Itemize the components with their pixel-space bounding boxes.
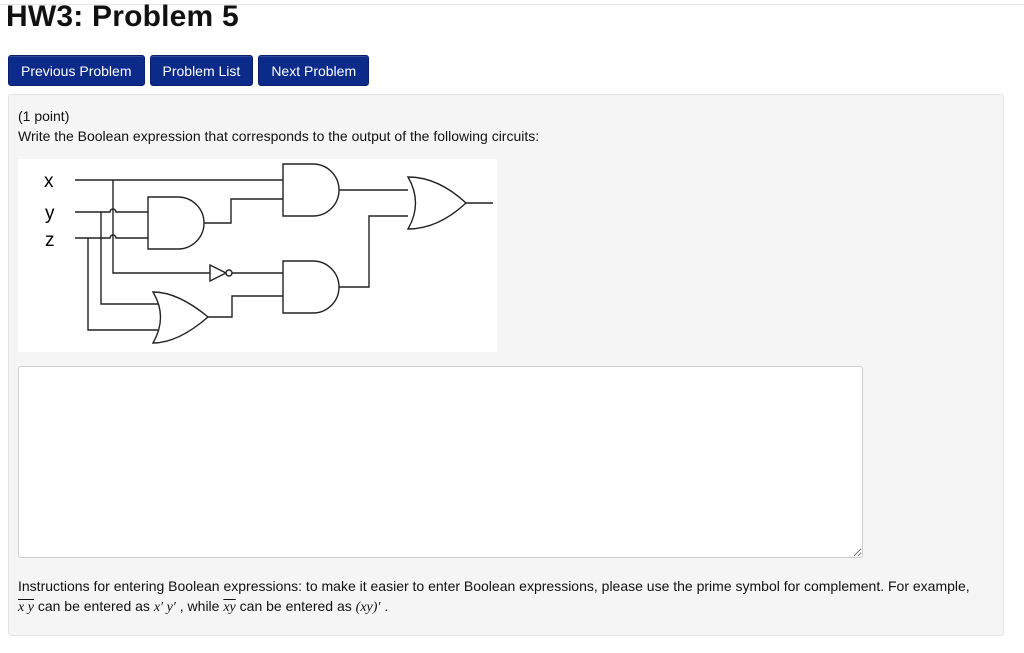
input-label-z: z <box>45 230 55 251</box>
problem-panel: (1 point) Write the Boolean expression t… <box>8 94 1004 636</box>
problem-list-button[interactable]: Problem List <box>149 55 254 86</box>
example-join: , while <box>175 598 224 614</box>
wire-and-bottom-out <box>339 215 408 288</box>
wire-z-down <box>87 238 158 331</box>
instructions-text: Instructions for entering Boolean expres… <box>18 578 970 594</box>
next-problem-button[interactable]: Next Problem <box>258 55 370 86</box>
example-2-prime: (xy)′ <box>355 600 381 615</box>
or-gate-final <box>406 176 468 230</box>
and-gate-bottom <box>282 260 340 314</box>
input-label-y: y <box>45 203 55 224</box>
points-label: (1 point) <box>18 108 70 124</box>
example-2-mid: can be entered as <box>235 598 356 614</box>
instructions-end: . <box>380 598 389 614</box>
not-gate <box>209 263 228 283</box>
circuit-diagram: x y z <box>18 159 497 352</box>
problem-prompt: Write the Boolean expression that corres… <box>18 128 540 144</box>
wire-and-yz-out <box>204 198 283 224</box>
input-label-x: x <box>44 171 54 192</box>
problem-navigation: Previous Problem Problem List Next Probl… <box>8 55 370 86</box>
answer-textarea[interactable] <box>18 366 863 558</box>
and-gate-top <box>282 163 340 217</box>
example-1-mid: can be entered as <box>33 598 154 614</box>
previous-problem-button[interactable]: Previous Problem <box>8 55 145 86</box>
example-1-prime: x′ y′ <box>153 600 176 615</box>
page-title: HW3: Problem 5 <box>6 0 239 33</box>
and-gate-yz <box>147 196 205 250</box>
wire-z <box>75 234 148 239</box>
wire-or-out <box>208 295 283 318</box>
not-gate-bubble <box>225 269 233 277</box>
example-2-overlined: xy <box>223 600 236 615</box>
wire-y <box>75 208 148 213</box>
circuit-svg: x y z <box>44 163 493 344</box>
instructions: Instructions for entering Boolean expres… <box>18 576 998 618</box>
example-1-overlined: x y <box>18 600 34 615</box>
wire-x-branch <box>112 180 210 274</box>
wire-y-down <box>100 212 158 305</box>
or-gate-yz <box>151 291 210 344</box>
